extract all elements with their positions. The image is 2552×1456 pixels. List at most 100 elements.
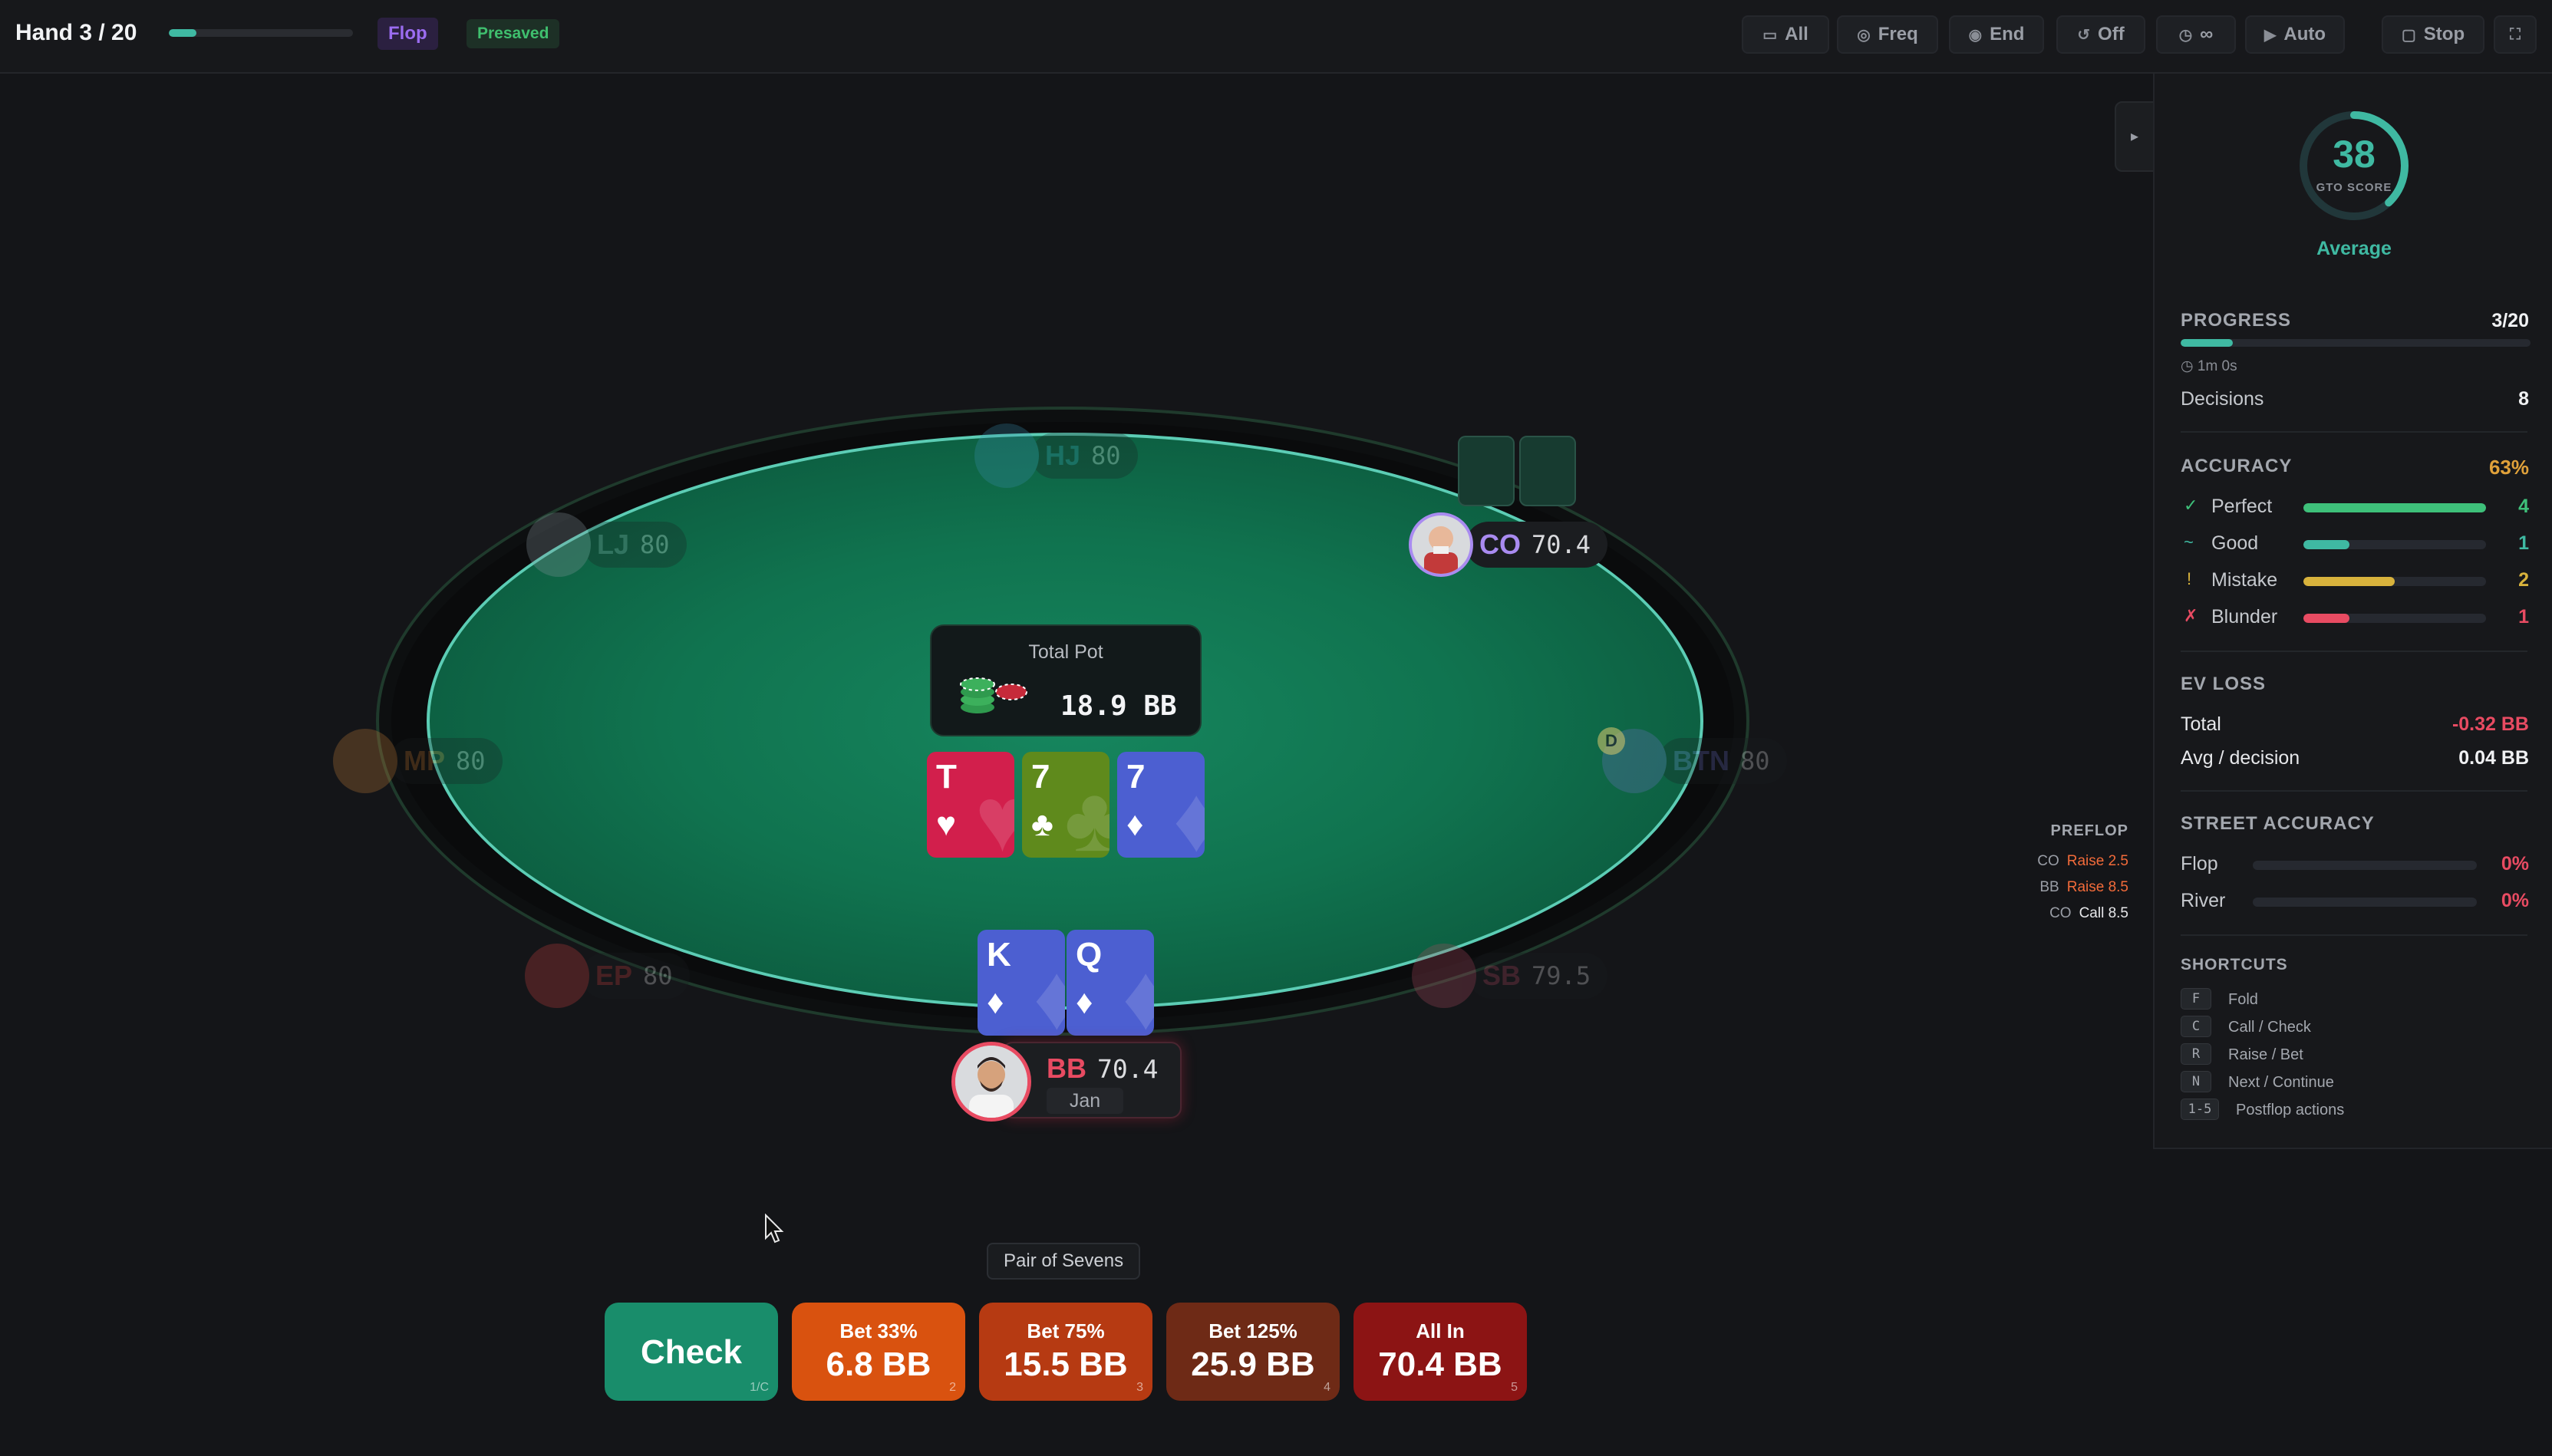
play-icon: ▶: [2263, 26, 2277, 44]
reveal-end-label: End: [1990, 24, 2025, 44]
accuracy-row-count: 2: [2518, 569, 2529, 591]
hero-card: ♦ K ♦: [978, 930, 1065, 1036]
action-shortcut: 3: [1136, 1381, 1143, 1394]
accuracy-bar: [2303, 614, 2486, 623]
clock-icon: ◷: [2181, 358, 2194, 374]
eye-icon: ◉: [1968, 26, 1983, 44]
ev-avg-value: 0.04 BB: [2458, 747, 2529, 769]
reveal-end-button[interactable]: ◉ End: [1949, 15, 2044, 54]
blunder-icon: ✗: [2184, 606, 2198, 625]
dealer-button: D: [1597, 727, 1625, 755]
divider: [2181, 934, 2527, 936]
bet-33-button[interactable]: Bet 33% 6.8 BB 2: [792, 1303, 965, 1401]
hand-progress-bar: [169, 29, 353, 37]
action-size: Bet 33%: [839, 1319, 918, 1342]
elapsed-time-value: 1m 0s: [2197, 358, 2237, 374]
hero-position: BB: [1047, 1052, 1086, 1084]
card-rank: 7: [1126, 758, 1146, 796]
shortcut-key: 1-5: [2181, 1099, 2219, 1120]
card-watermark: ♦: [1122, 946, 1154, 1036]
action-amount: 70.4 BB: [1378, 1346, 1502, 1383]
auto-button[interactable]: ▶ Auto: [2245, 15, 2345, 54]
action-shortcut: 4: [1324, 1381, 1330, 1394]
shortcut-label: Fold: [2228, 991, 2258, 1008]
chat-icon: ▭: [1762, 26, 1778, 44]
seat-btn: BTN 80: [1602, 729, 1787, 793]
gto-score-rating: Average: [2316, 238, 2392, 259]
street-row-label: River: [2181, 890, 2226, 911]
ev-total-value: -0.32 BB: [2451, 713, 2529, 735]
seat-plate: LJ 80: [583, 522, 687, 568]
stats-panel: 38 GTO SCORE Average PROGRESS 3/20 ◷ 1m …: [2153, 74, 2552, 1149]
card-watermark: ♣: [1064, 768, 1109, 858]
accuracy-row-count: 1: [2518, 606, 2529, 628]
gto-score-value: 38: [2333, 133, 2376, 176]
top-bar: Hand 3 / 20 Flop Presaved ▭ All ◎ Freq ◉…: [0, 0, 2552, 74]
seat-stack: 80: [640, 530, 670, 559]
avatar: [526, 512, 591, 577]
seat-stack: 70.4: [1532, 530, 1591, 559]
hand-strength-label: Pair of Sevens: [987, 1243, 1141, 1280]
timer-button[interactable]: ◷ ∞: [2156, 15, 2236, 54]
freq-button[interactable]: ◎ Freq: [1837, 15, 1938, 54]
street-accuracy-label: STREET ACCURACY: [2181, 813, 2375, 834]
action-shortcut: 2: [949, 1381, 956, 1394]
all-in-button[interactable]: All In 70.4 BB 5: [1353, 1303, 1527, 1401]
elapsed-time: ◷ 1m 0s: [2181, 357, 2237, 375]
card-watermark: ♦: [1172, 768, 1205, 858]
history-action: Call 8.5: [2079, 905, 2128, 921]
accuracy-bar: [2303, 577, 2486, 586]
shortcut-label: Postflop actions: [2236, 1102, 2345, 1118]
hand-counter: Hand 3 / 20: [15, 20, 137, 45]
fullscreen-button[interactable]: ⛶: [2494, 15, 2537, 54]
street-row-label: Flop: [2181, 853, 2218, 875]
card-rank: T: [936, 758, 957, 796]
history-icon: ↺: [2077, 26, 2091, 44]
ev-loss-label: EV LOSS: [2181, 674, 2267, 694]
action-amount: 6.8 BB: [826, 1346, 931, 1383]
filter-all-button[interactable]: ▭ All: [1742, 15, 1829, 54]
card-watermark: ♥: [974, 768, 1014, 858]
shortcut-key: N: [2181, 1071, 2211, 1092]
action-shortcut: 1/C: [750, 1381, 769, 1394]
seat-position: MP: [404, 745, 445, 776]
seat-plate: EP 80: [582, 953, 690, 999]
card-rank: 7: [1031, 758, 1050, 796]
seat-stack: 80: [1091, 441, 1121, 470]
history-row: BB Raise 8.5: [2039, 879, 2128, 896]
hero-avatar: [951, 1042, 1031, 1122]
stop-icon: ▢: [2401, 26, 2416, 44]
accuracy-row-label: Blunder: [2211, 606, 2278, 628]
history-toggle-button[interactable]: ↺ Off: [2056, 15, 2145, 54]
stop-label: Stop: [2423, 24, 2465, 44]
gto-score-label: GTO SCORE: [2316, 181, 2392, 194]
seat-plate: SB 79.5: [1469, 953, 1608, 999]
timer-label: ∞: [2200, 24, 2214, 44]
seat-plate: BTN 80: [1659, 738, 1787, 784]
stop-button[interactable]: ▢ Stop: [2382, 15, 2484, 54]
bet-75-button[interactable]: Bet 75% 15.5 BB 3: [979, 1303, 1152, 1401]
club-icon: ♣: [1031, 805, 1053, 843]
bet-125-button[interactable]: Bet 125% 25.9 BB 4: [1166, 1303, 1340, 1401]
panel-collapse-toggle[interactable]: ▸: [2115, 101, 2155, 172]
check-button[interactable]: Check 1/C: [605, 1303, 778, 1401]
accuracy-bar: [2303, 540, 2486, 549]
seat-lj: LJ 80: [526, 512, 687, 577]
street-accuracy-bar: [2253, 898, 2477, 907]
avatar: [1409, 512, 1473, 577]
seat-plate: MP 80: [390, 738, 503, 784]
shortcuts-label: SHORTCUTS: [2181, 956, 2288, 973]
action-size: Bet 125%: [1208, 1319, 1297, 1342]
shortcut-label: Call / Check: [2228, 1019, 2311, 1036]
shortcut-label: Next / Continue: [2228, 1074, 2334, 1091]
mouse-cursor-icon: [765, 1214, 784, 1244]
accuracy-bar-fill: [2303, 503, 2486, 512]
divider: [2181, 431, 2527, 433]
diamond-icon: ♦: [987, 983, 1004, 1021]
accuracy-row-label: Perfect: [2211, 496, 2273, 517]
hero-card: ♦ Q ♦: [1067, 930, 1154, 1036]
avatar: [525, 944, 589, 1008]
seat-position: LJ: [597, 529, 630, 560]
history-toggle-label: Off: [2098, 24, 2125, 44]
avatar: [974, 423, 1039, 488]
